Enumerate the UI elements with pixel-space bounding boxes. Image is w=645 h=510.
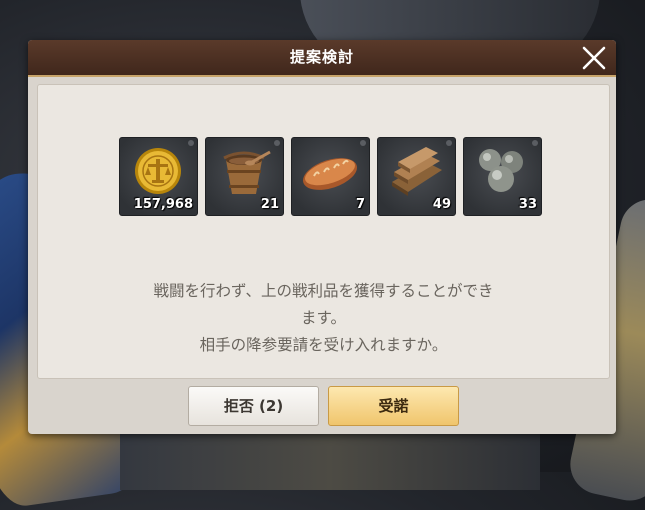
stone-balls-icon [479,149,523,192]
message-line: 相手の降参要請を受け入れますか。 [199,336,448,354]
gold-coin-icon [135,148,181,194]
lumber-icon [392,147,442,196]
item-count: 7 [355,197,365,212]
reward-item-gold[interactable]: 157,968 [119,137,198,216]
dialog-message: 戦闘を行わず、上の戦利品を獲得することができ ます。 相手の降参要請を受け入れま… [78,278,569,359]
reject-button[interactable]: 拒否 (2) [188,386,319,426]
bread-icon [303,158,357,190]
reward-item-water[interactable]: 21 [205,137,284,216]
item-count: 49 [432,197,451,212]
reward-item-lumber[interactable]: 49 [377,137,456,216]
content-panel: 157,968 21 7 49 33 戦闘を行わず、上の戦利品を獲得することがで… [37,84,610,379]
close-icon [582,46,606,70]
item-count: 21 [260,197,279,212]
surrender-proposal-dialog: 提案検討 157,968 21 7 49 33 戦闘を行わず、上の戦利品を獲得す… [28,40,616,434]
item-count: 33 [518,197,537,212]
message-line: ます。 [301,309,346,327]
dialog-titlebar: 提案検討 [28,40,616,77]
background-scenery-bottom [120,430,540,490]
close-button[interactable] [578,42,610,74]
message-line: 戦闘を行わず、上の戦利品を獲得することができ [153,282,494,300]
reward-item-stone[interactable]: 33 [463,137,542,216]
accept-button[interactable]: 受諾 [328,386,459,426]
reward-item-bread[interactable]: 7 [291,137,370,216]
dialog-title: 提案検討 [289,48,354,66]
reward-items-row: 157,968 21 7 49 33 [119,137,542,217]
item-count: 157,968 [133,197,193,212]
water-bucket-icon [223,150,271,194]
